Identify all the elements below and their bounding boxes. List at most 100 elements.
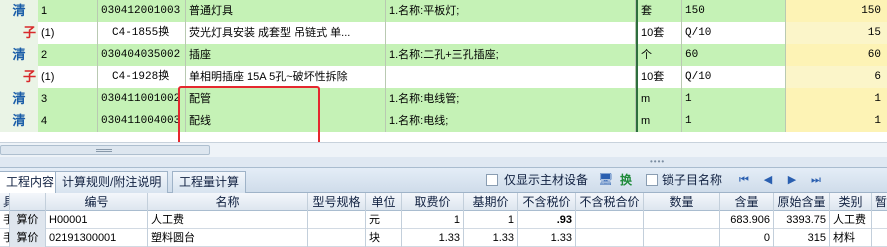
resource-row[interactable]: 手算价H00001人工费元11.93683.9063393.75人工费 [0, 211, 887, 229]
column-header[interactable] [10, 193, 46, 211]
resource-cell[interactable] [872, 229, 887, 247]
item-name[interactable]: 单相明插座 15A 5孔~破坏性拆除 [186, 66, 386, 88]
monitor-icon[interactable]: 🖥 [598, 172, 613, 186]
last-icon[interactable]: ⏭ [810, 173, 822, 187]
resource-cell[interactable] [308, 211, 366, 229]
quantity-expression[interactable]: 60 [682, 44, 786, 66]
resource-cell[interactable]: 315 [774, 229, 830, 247]
item-name[interactable]: 插座 [186, 44, 386, 66]
resource-cell[interactable] [644, 211, 720, 229]
column-header[interactable]: 不含税价 [518, 193, 576, 211]
item-unit[interactable]: 10套 [636, 66, 682, 88]
item-code[interactable]: 030412001003 [98, 0, 186, 22]
item-unit[interactable]: m [636, 110, 682, 132]
resource-cell[interactable] [576, 211, 644, 229]
resource-cell[interactable]: 算价 [10, 211, 46, 229]
item-feature[interactable]: 1.名称:平板灯; [386, 0, 636, 22]
resource-cell[interactable]: 手 [0, 211, 10, 229]
prev-icon[interactable]: ◀ [762, 173, 774, 187]
resource-cell[interactable]: 手 [0, 229, 10, 247]
item-code[interactable]: C4-1928换 [98, 66, 186, 88]
column-header[interactable]: 单位 [366, 193, 402, 211]
column-header[interactable]: 取费价 [402, 193, 464, 211]
resource-cell[interactable] [576, 229, 644, 247]
quantity-expression[interactable]: Q/10 [682, 22, 786, 44]
item-name[interactable]: 荧光灯具安装 成套型 吊链式 单... [186, 22, 386, 44]
item-code[interactable]: 030411004003 [98, 110, 186, 132]
clear-item-icon[interactable]: 清 [0, 44, 38, 66]
lock-name-checkbox[interactable] [646, 174, 658, 186]
bill-item-row[interactable]: 清 4 030411004003 配线 1.名称:电线; m 1 1 [0, 110, 887, 132]
column-header[interactable]: 具 [0, 193, 10, 211]
bill-item-row[interactable]: 清 2 030404035002 插座 1.名称:二孔+三孔插座; 个 60 60 [0, 44, 887, 66]
clear-item-icon[interactable]: 清 [0, 0, 38, 22]
clear-item-icon[interactable]: 清 [0, 110, 38, 132]
quantity-value[interactable]: 1 [786, 88, 887, 110]
column-header[interactable]: 含量 [720, 193, 774, 211]
item-code[interactable]: C4-1855换 [98, 22, 186, 44]
clear-item-icon[interactable]: 清 [0, 88, 38, 110]
resource-cell[interactable]: 塑料圆台 [148, 229, 308, 247]
column-header[interactable]: 型号规格 [308, 193, 366, 211]
resource-cell[interactable]: 683.906 [720, 211, 774, 229]
tab-calc-rules[interactable]: 计算规则/附注说明 [55, 171, 169, 193]
quantity-value[interactable]: 15 [786, 22, 887, 44]
quantity-expression[interactable]: 1 [682, 110, 786, 132]
scrollbar-thumb[interactable] [0, 145, 210, 155]
quantity-value[interactable]: 150 [786, 0, 887, 22]
resource-cell[interactable]: 块 [366, 229, 402, 247]
resource-cell[interactable]: 材料 [830, 229, 872, 247]
next-icon[interactable]: ▶ [786, 173, 798, 187]
item-unit[interactable]: 10套 [636, 22, 682, 44]
swap-button[interactable]: 换 [620, 172, 632, 188]
column-header[interactable]: 数量 [644, 193, 720, 211]
item-name[interactable]: 普通灯具 [186, 0, 386, 22]
column-header[interactable]: 原始含量 [774, 193, 830, 211]
resource-cell[interactable] [872, 211, 887, 229]
resource-cell[interactable]: 0 [720, 229, 774, 247]
resource-cell[interactable]: 人工费 [830, 211, 872, 229]
resource-cell[interactable] [644, 229, 720, 247]
resource-cell[interactable]: 02191300001 [46, 229, 148, 247]
item-unit[interactable]: 个 [636, 44, 682, 66]
item-feature[interactable]: 1.名称:电线; [386, 110, 636, 132]
main-material-checkbox[interactable] [486, 174, 498, 186]
quantity-value[interactable]: 60 [786, 44, 887, 66]
sub-item-icon[interactable]: 子 [0, 22, 38, 44]
item-code[interactable]: 030404035002 [98, 44, 186, 66]
item-unit[interactable]: m [636, 88, 682, 110]
resource-cell[interactable]: 元 [366, 211, 402, 229]
quantity-expression[interactable]: 1 [682, 88, 786, 110]
column-header[interactable]: 名称 [148, 193, 308, 211]
tab-quantity-calc[interactable]: 工程量计算 [172, 171, 247, 193]
item-feature[interactable] [386, 22, 636, 44]
bill-item-row[interactable]: 清 1 030412001003 普通灯具 1.名称:平板灯; 套 150 150 [0, 0, 887, 22]
resource-cell[interactable]: 3393.75 [774, 211, 830, 229]
item-feature[interactable] [386, 66, 636, 88]
resource-cell[interactable] [308, 229, 366, 247]
item-feature[interactable]: 1.名称:二孔+三孔插座; [386, 44, 636, 66]
quantity-expression[interactable]: Q/10 [682, 66, 786, 88]
column-header[interactable]: 不含税合价 [576, 193, 644, 211]
bill-item-row[interactable]: 清 3 030411001002 配管 1.名称:电线管; m 1 1 [0, 88, 887, 110]
panel-splitter[interactable] [0, 157, 887, 167]
column-header[interactable]: 编号 [46, 193, 148, 211]
item-code[interactable]: 030411001002 [98, 88, 186, 110]
sub-item-row[interactable]: 子 (1) C4-1928换 单相明插座 15A 5孔~破坏性拆除 10套 Q/10 6 [0, 66, 887, 88]
resource-cell[interactable]: 1 [402, 211, 464, 229]
resource-cell[interactable]: .93 [518, 211, 576, 229]
quantity-value[interactable]: 6 [786, 66, 887, 88]
column-header[interactable]: 基期价 [464, 193, 518, 211]
sub-item-icon[interactable]: 子 [0, 66, 38, 88]
resource-cell[interactable]: 1.33 [518, 229, 576, 247]
item-unit[interactable]: 套 [636, 0, 682, 22]
resource-cell[interactable]: 算价 [10, 229, 46, 247]
resource-cell[interactable]: 1 [464, 211, 518, 229]
column-header[interactable]: 类别 [830, 193, 872, 211]
sub-item-row[interactable]: 子 (1) C4-1855换 荧光灯具安装 成套型 吊链式 单... 10套 Q/10 15 [0, 22, 887, 44]
resource-row[interactable]: 手算价02191300001塑料圆台块1.331.331.330315材料 [0, 229, 887, 247]
horizontal-scrollbar[interactable] [0, 142, 887, 157]
tab-work-content[interactable]: 工程内容 [0, 171, 62, 193]
quantity-expression[interactable]: 150 [682, 0, 786, 22]
resource-cell[interactable]: 1.33 [402, 229, 464, 247]
